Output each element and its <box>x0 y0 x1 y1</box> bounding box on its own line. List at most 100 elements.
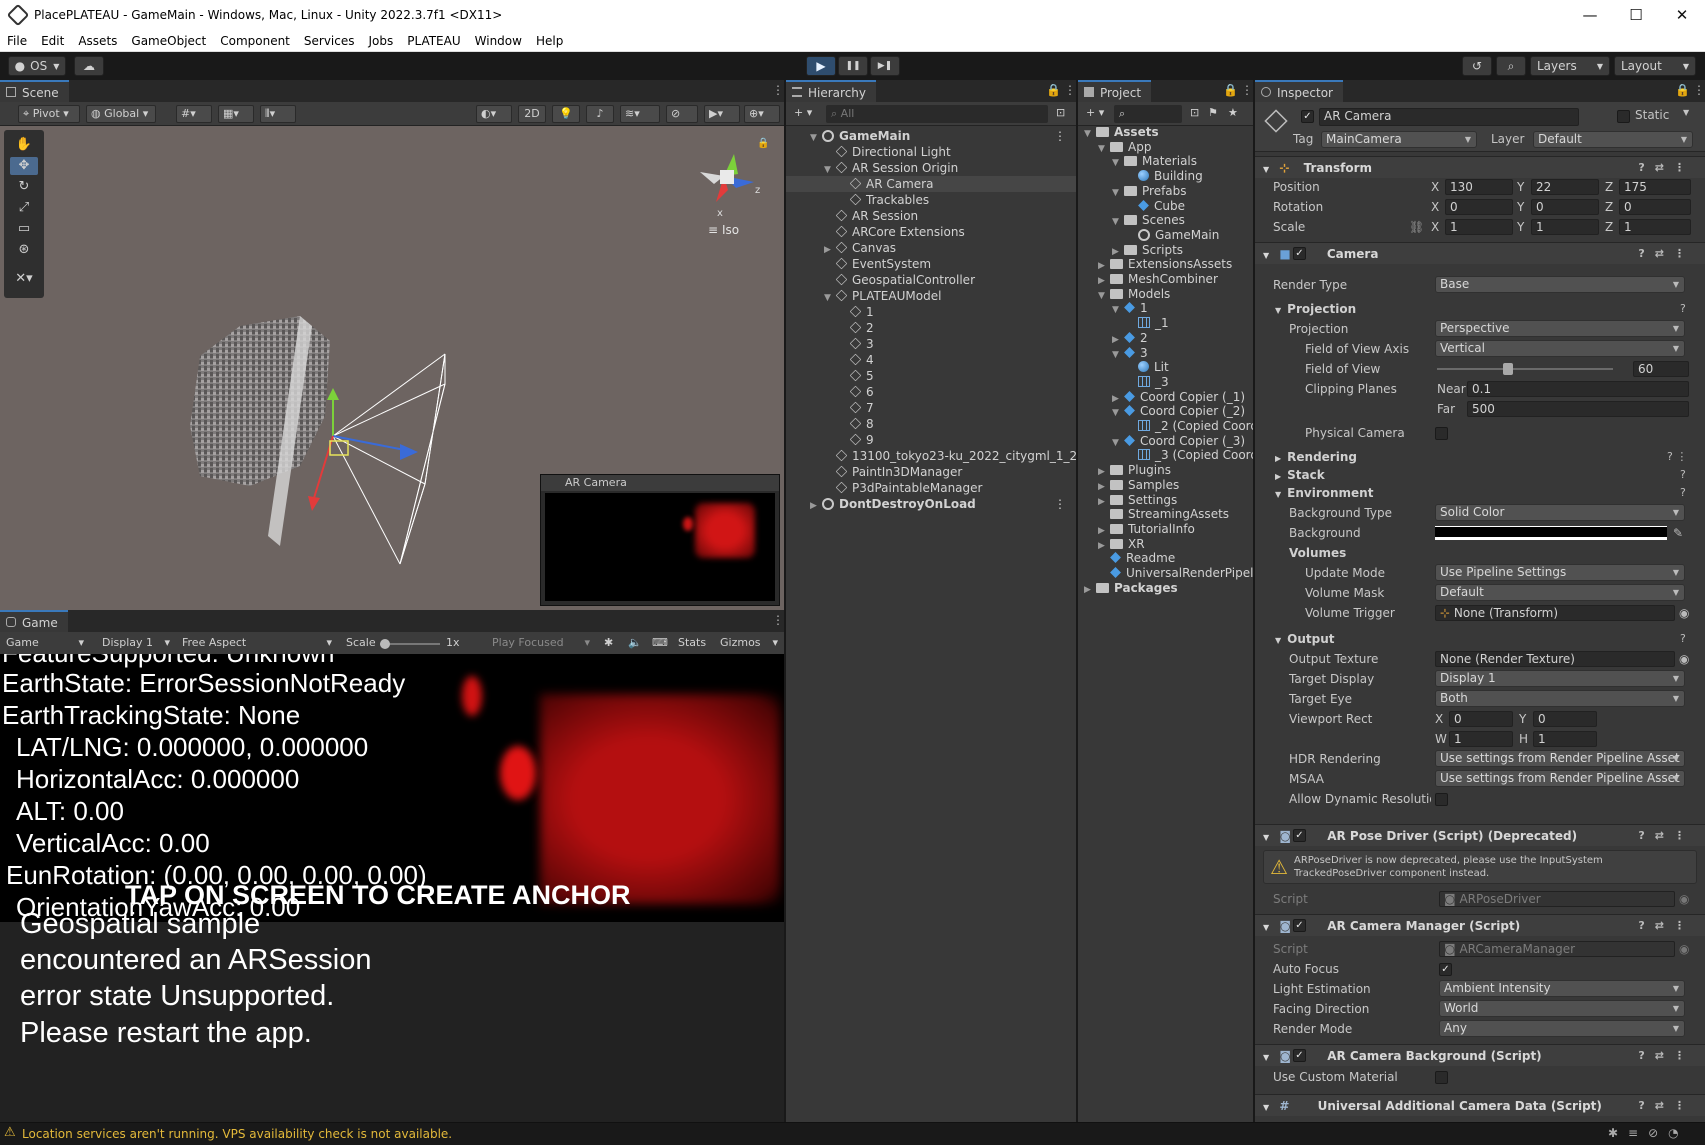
chevron-down-icon[interactable]: ▼ <box>1683 108 1689 117</box>
volume-trigger-field[interactable]: ⊹ None (Transform) <box>1435 605 1675 621</box>
pivot-dropdown[interactable]: ⌖ Pivot ▾ <box>18 105 80 123</box>
hierarchy-row[interactable]: 3 <box>786 336 1076 352</box>
favorites-icon[interactable]: ★ <box>1224 105 1240 123</box>
hierarchy-scene-row[interactable]: ▼ GameMain ⋮ <box>786 128 1076 144</box>
display-dropdown[interactable]: Display 1 ▾ <box>98 635 174 653</box>
menu-item-jobs[interactable]: Jobs <box>362 34 401 48</box>
layout-dropdown[interactable]: Layout ▼ <box>1614 56 1696 76</box>
camera-manager-component-header[interactable]: ▼ ◙ ✓ AR Camera Manager (Script) ?⇄⋮ <box>1255 914 1705 936</box>
project-row[interactable]: ▼ 3 <box>1078 345 1253 361</box>
fov-slider[interactable] <box>1437 363 1613 375</box>
transform-component-header[interactable]: ▼ ⊹ Transform ?⇄⋮ <box>1255 156 1705 178</box>
link-icon[interactable]: ⛓ <box>1409 218 1424 236</box>
projection-section[interactable]: ▼ Projection <box>1275 300 1356 318</box>
component-actions-icons[interactable]: ?⇄⋮ <box>1638 1045 1695 1067</box>
hierarchy-row[interactable]: 7 <box>786 400 1076 416</box>
project-row[interactable]: ▶ Coord Copier (_1) <box>1078 389 1253 405</box>
z-axis-handle[interactable] <box>400 444 418 460</box>
project-row[interactable]: ▶ ExtensionsAssets <box>1078 256 1253 272</box>
menu-item-gameobject[interactable]: GameObject <box>124 34 213 48</box>
x-axis-handle[interactable] <box>308 496 320 511</box>
audio-mute-icon[interactable]: 🔈 <box>624 635 644 653</box>
project-row[interactable]: StreamingAssets <box>1078 506 1253 522</box>
play-button[interactable]: ▶ <box>806 56 836 76</box>
project-row[interactable]: ▼ Assets <box>1078 124 1253 140</box>
hierarchy-row[interactable]: PaintIn3DManager <box>786 464 1076 480</box>
light-estimation-dropdown[interactable]: Ambient Intensity <box>1439 980 1685 997</box>
hierarchy-row[interactable]: 13100_tokyo23-ku_2022_citygml_1_2_ <box>786 448 1076 464</box>
menu-item-window[interactable]: Window <box>468 34 529 48</box>
hierarchy-row[interactable]: 4 <box>786 352 1076 368</box>
grid-visibility-button[interactable]: ▦▾ <box>218 105 254 123</box>
hierarchy-row[interactable]: 1 <box>786 304 1076 320</box>
project-row[interactable]: Readme <box>1078 550 1253 566</box>
hierarchy-row[interactable]: AR Session <box>786 208 1076 224</box>
eyedropper-icon[interactable]: ✎ <box>1673 524 1683 542</box>
near-field[interactable]: 0.1 <box>1467 381 1689 397</box>
project-row[interactable]: Cube <box>1078 198 1253 214</box>
environment-section[interactable]: ▼ Environment <box>1275 484 1373 502</box>
tab-hierarchy[interactable]: Hierarchy <box>786 80 877 102</box>
hand-tool-icon[interactable]: ✋ <box>10 136 38 154</box>
tag-dropdown[interactable]: MainCamera <box>1321 131 1477 148</box>
physical-camera-checkbox[interactable] <box>1435 427 1448 440</box>
project-row[interactable]: ▼ Coord Copier (_2) <box>1078 403 1253 419</box>
update-mode-dropdown[interactable]: Use Pipeline Settings <box>1435 564 1685 581</box>
kebab-menu-icon[interactable]: ⋮ <box>1064 84 1076 98</box>
global-dropdown[interactable]: ◍ Global ▾ <box>86 105 156 123</box>
pose-driver-enabled-checkbox[interactable]: ✓ <box>1293 829 1306 842</box>
component-actions-icons[interactable]: ?⇄⋮ <box>1638 915 1695 937</box>
component-actions-icons[interactable]: ?⇄⋮ <box>1638 825 1695 847</box>
project-search-input[interactable]: ⌕ <box>1114 105 1182 123</box>
stats-button[interactable]: Stats <box>674 635 714 653</box>
use-custom-material-checkbox[interactable] <box>1435 1071 1448 1084</box>
project-row[interactable]: ▶ MeshCombiner <box>1078 271 1253 287</box>
project-row[interactable]: ▶ Packages <box>1078 580 1253 596</box>
hierarchy-row[interactable]: ▼ PLATEAUModel <box>786 288 1076 304</box>
active-checkbox[interactable]: ✓ <box>1301 110 1314 123</box>
background-color-swatch[interactable] <box>1435 526 1667 540</box>
menu-item-edit[interactable]: Edit <box>34 34 71 48</box>
search-button[interactable]: ⌕ <box>1496 56 1526 76</box>
camera-settings-dropdown[interactable]: ▶▾ <box>704 105 740 123</box>
hidden-objects-toggle[interactable]: ⊘ <box>666 105 698 123</box>
tab-scene[interactable]: Scene <box>0 80 69 102</box>
scale-slider[interactable] <box>380 639 440 649</box>
project-row[interactable]: Lit <box>1078 359 1253 375</box>
projection-mode-label[interactable]: Iso <box>722 223 739 237</box>
camera-enabled-checkbox[interactable]: ✓ <box>1293 247 1306 260</box>
step-button[interactable]: ▶❚ <box>870 56 900 76</box>
pose-driver-component-header[interactable]: ▼ ◙ ✓ AR Pose Driver (Script) (Deprecate… <box>1255 824 1705 846</box>
close-button[interactable]: ✕ <box>1659 0 1705 30</box>
pause-button[interactable]: ❚❚ <box>838 56 868 76</box>
position-z-field[interactable]: 175 <box>1619 179 1691 195</box>
hierarchy-search-input[interactable]: ⌕ All <box>826 105 1048 123</box>
create-asset-button[interactable]: + ▾ <box>1082 105 1110 123</box>
tab-inspector[interactable]: Inspector <box>1255 80 1343 102</box>
rendering-section[interactable]: ▶ Rendering <box>1275 448 1357 466</box>
viewport-x-field[interactable]: 0 <box>1449 711 1513 727</box>
hierarchy-row[interactable]: Directional Light <box>786 144 1076 160</box>
hierarchy-row[interactable]: 2 <box>786 320 1076 336</box>
output-section[interactable]: ▼ Output <box>1275 630 1335 648</box>
far-field[interactable]: 500 <box>1467 401 1689 417</box>
game-mode-dropdown[interactable]: Game ▾ <box>2 635 88 653</box>
project-row[interactable]: ▼ App <box>1078 139 1253 155</box>
msaa-dropdown[interactable]: Use settings from Render Pipeline Asset <box>1435 770 1685 787</box>
stack-section[interactable]: ▶ Stack <box>1275 466 1325 484</box>
lock-icon[interactable]: 🔒 <box>1046 84 1061 98</box>
hierarchy-row[interactable]: P3dPaintableManager <box>786 480 1076 496</box>
hdr-dropdown[interactable]: Use settings from Render Pipeline Asset <box>1435 750 1685 767</box>
scene-orientation-gizmo[interactable]: z x <box>700 154 760 219</box>
game-viewport[interactable]: FeatureSupported: Unknown EarthState: Er… <box>0 654 784 922</box>
collapsed-arrow-icon[interactable]: ▶ <box>1084 582 1094 596</box>
project-row[interactable]: ▶ Settings <box>1078 492 1253 508</box>
scale-y-field[interactable]: 1 <box>1531 219 1599 235</box>
lighting-toggle[interactable]: 💡 <box>552 105 580 123</box>
kebab-menu-icon[interactable]: ⋮ <box>772 84 784 98</box>
kebab-menu-icon[interactable]: ⋮ <box>1693 84 1705 98</box>
hierarchy-row[interactable]: GeospatialController <box>786 272 1076 288</box>
project-row[interactable]: GameMain <box>1078 227 1253 243</box>
play-focused-dropdown[interactable]: Play Focused ▾ <box>488 635 594 653</box>
rotation-z-field[interactable]: 0 <box>1619 199 1691 215</box>
